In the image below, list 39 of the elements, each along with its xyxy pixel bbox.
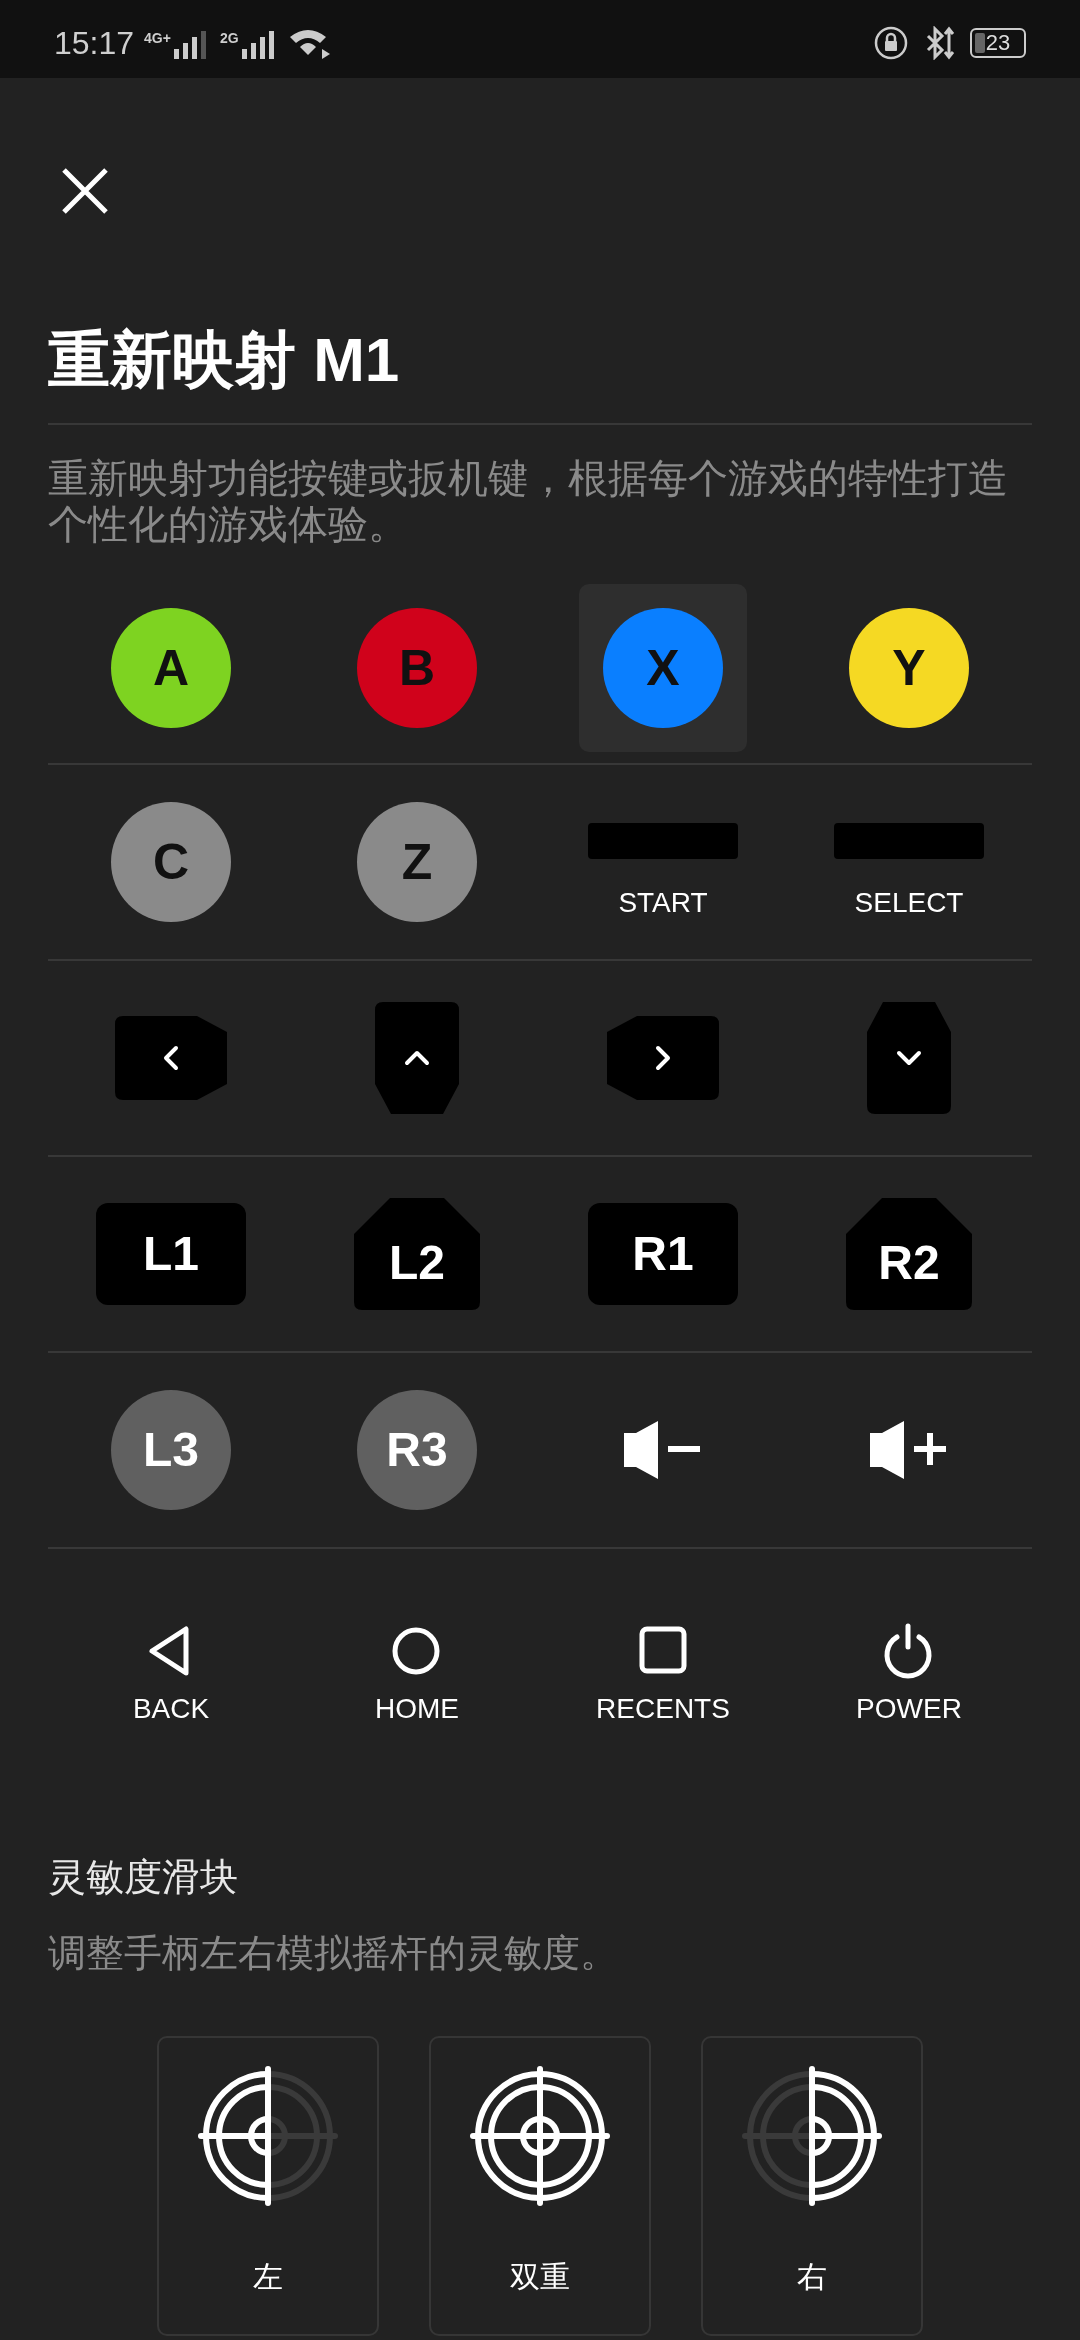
sensitivity-option[interactable]: 左 bbox=[157, 2036, 379, 2336]
close-icon[interactable] bbox=[60, 166, 110, 216]
round-button[interactable]: Z bbox=[357, 802, 477, 922]
bumper-button[interactable]: R1 bbox=[588, 1203, 738, 1305]
target-icon bbox=[742, 2066, 882, 2206]
dpad-button[interactable] bbox=[115, 1016, 227, 1100]
section-description: 调整手柄左右模拟摇杆的灵敏度。 bbox=[48, 1931, 619, 1972]
trigger-button[interactable]: R2 bbox=[846, 1198, 972, 1310]
round-button[interactable]: C bbox=[111, 802, 231, 922]
button-label: HOME bbox=[375, 1695, 459, 1723]
dpad-button[interactable] bbox=[375, 1002, 459, 1114]
bumper-button[interactable]: L1 bbox=[96, 1203, 246, 1305]
dpad-button[interactable] bbox=[607, 1016, 719, 1100]
network-label: 4G+ bbox=[144, 31, 171, 45]
page-description: 重新映射功能按键或扳机键，根据每个游戏的特性打造个性化的游戏体验。 bbox=[48, 455, 1009, 548]
section-title: 灵敏度滑块 bbox=[48, 1855, 239, 1896]
stick-button[interactable]: R3 bbox=[357, 1390, 477, 1510]
button-label: SELECT bbox=[854, 889, 964, 917]
status-time: 15:17 bbox=[54, 27, 135, 59]
button-label: POWER bbox=[856, 1695, 962, 1723]
sensitivity-option[interactable]: 右 bbox=[701, 2036, 923, 2336]
button-label: START bbox=[618, 889, 708, 917]
button-label: RECENTS bbox=[596, 1695, 730, 1723]
target-icon bbox=[198, 2066, 338, 2206]
bar-button[interactable] bbox=[588, 823, 738, 859]
stick-button[interactable]: L3 bbox=[111, 1390, 231, 1510]
round-button[interactable]: A bbox=[111, 608, 231, 728]
round-button[interactable]: Y bbox=[849, 608, 969, 728]
battery-indicator: 23 bbox=[970, 28, 1026, 58]
trigger-button[interactable]: L2 bbox=[354, 1198, 480, 1310]
target-icon bbox=[470, 2066, 610, 2206]
sensitivity-option[interactable]: 双重 bbox=[429, 2036, 651, 2336]
network-label: 2G bbox=[219, 31, 239, 45]
dpad-button[interactable] bbox=[867, 1002, 951, 1114]
round-button[interactable]: X bbox=[603, 608, 723, 728]
button-label: BACK bbox=[132, 1695, 210, 1723]
bar-button[interactable] bbox=[834, 823, 984, 859]
rotation-lock-icon bbox=[874, 26, 908, 60]
page-title: 重新映射 M1 bbox=[48, 303, 1032, 425]
